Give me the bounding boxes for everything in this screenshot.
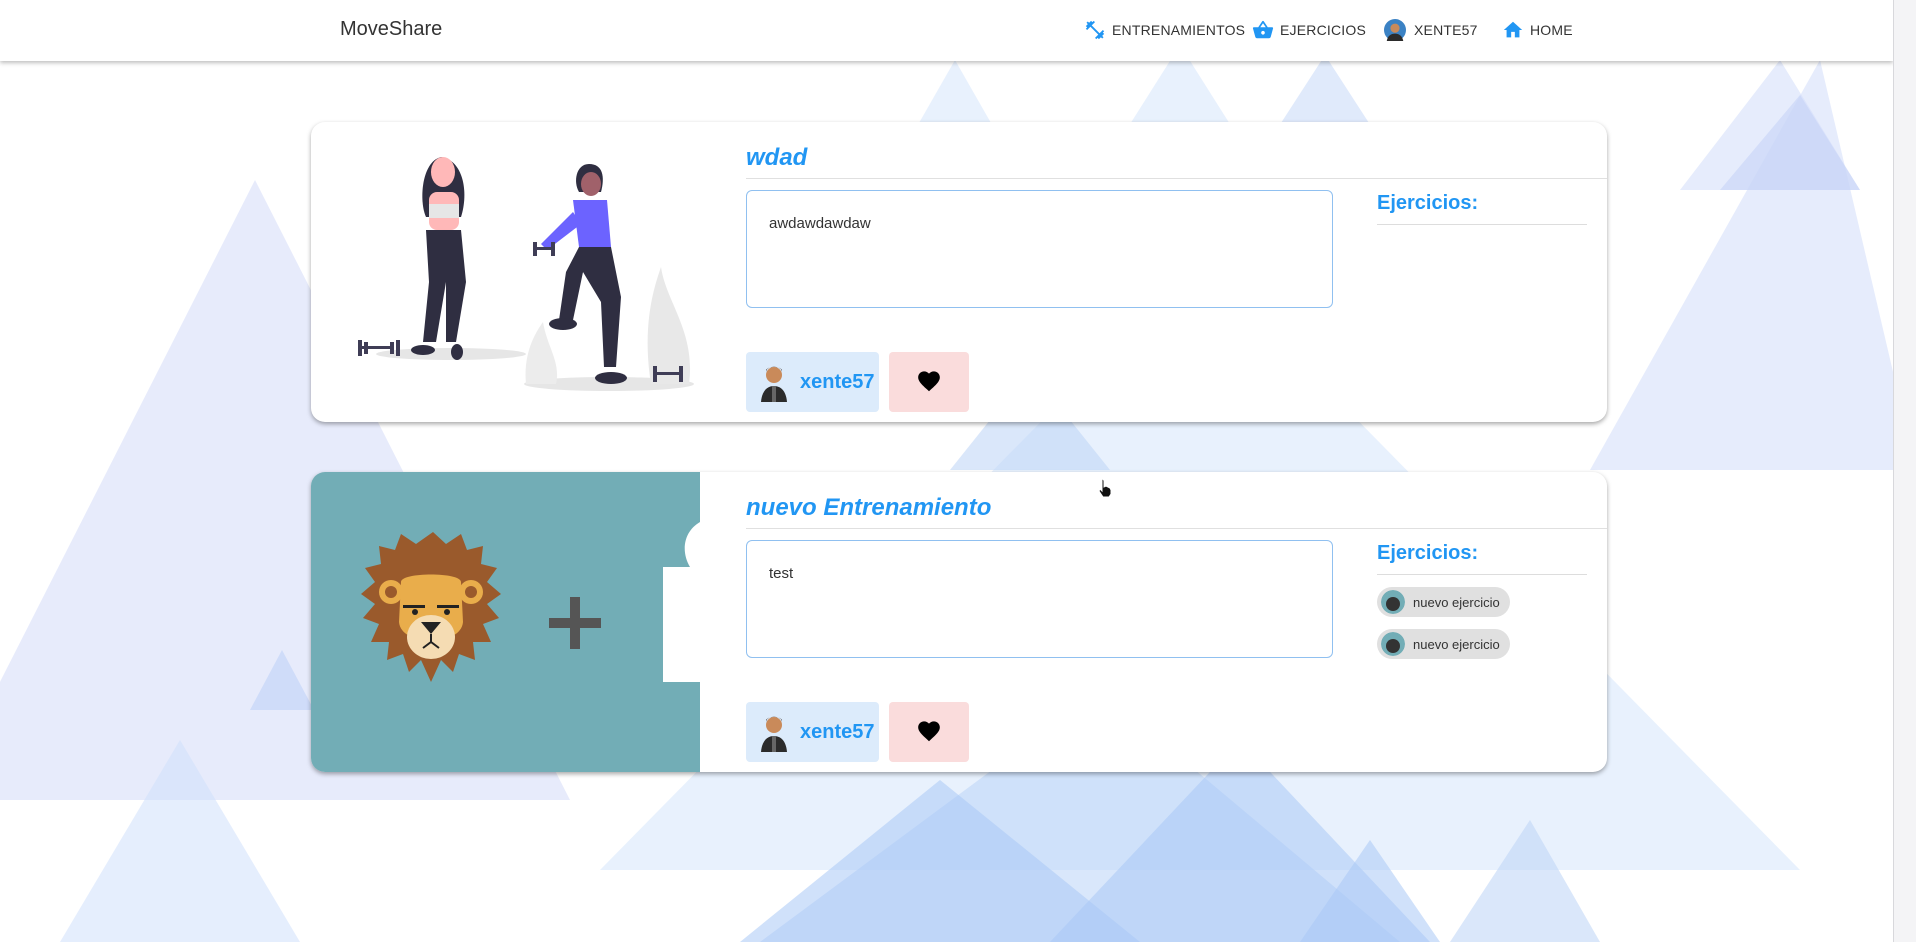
exercise-avatar [1381, 632, 1405, 656]
home-icon [1502, 19, 1524, 41]
exercise-avatar [1381, 590, 1405, 614]
basket-icon [1252, 19, 1274, 41]
nav-ejercicios[interactable]: EJERCICIOS [1252, 18, 1366, 42]
divider [1377, 574, 1587, 575]
like-button[interactable] [889, 702, 969, 762]
exercises-heading: Ejercicios: [1377, 542, 1479, 564]
nav-entrenamientos[interactable]: ENTRENAMIENTOS [1084, 18, 1245, 42]
nav-label: EJERCICIOS [1280, 22, 1367, 38]
heart-icon [916, 368, 942, 397]
exercise-name: nuevo ejercicio [1413, 594, 1500, 610]
exercises-heading: Ejercicios: [1377, 192, 1479, 214]
description-textarea[interactable]: test [746, 540, 1333, 658]
author-button[interactable]: xente57 [746, 352, 879, 412]
workout-card[interactable]: nuevo Entrenamiento test Ejercicios: nue… [311, 472, 1607, 772]
exercise-chip[interactable]: nuevo ejercicio [1377, 587, 1510, 617]
exercise-chip[interactable]: nuevo ejercicio [1377, 629, 1510, 659]
workout-title: wdad [746, 144, 808, 171]
description-text: test [769, 565, 794, 582]
hand-cursor-icon [1098, 478, 1112, 498]
avatar [1384, 19, 1406, 41]
divider [1377, 224, 1587, 225]
nav-user[interactable]: XENTE57 [1384, 18, 1478, 42]
author-name: xente57 [800, 370, 875, 393]
avatar [758, 712, 790, 752]
description-text: awdawdawdaw [769, 215, 871, 232]
workout-image [311, 122, 700, 422]
like-button[interactable] [889, 352, 969, 412]
top-app-bar: MoveShare ENTRENAMIENTOS EJERCICIOS XENT… [0, 0, 1893, 61]
author-name: xente57 [800, 720, 875, 743]
avatar [758, 362, 790, 402]
workout-card[interactable]: wdad awdawdawdaw Ejercicios: xente57 [311, 122, 1607, 422]
nav-label: ENTRENAMIENTOS [1112, 22, 1246, 38]
author-button[interactable]: xente57 [746, 702, 879, 762]
nav-home[interactable]: HOME [1502, 18, 1573, 42]
workout-title: nuevo Entrenamiento [746, 494, 992, 521]
fitness-icon [1084, 19, 1106, 41]
exercise-name: nuevo ejercicio [1413, 636, 1500, 652]
nav-label: HOME [1530, 22, 1573, 38]
nav-label: XENTE57 [1414, 22, 1478, 38]
app-brand[interactable]: MoveShare [340, 18, 442, 41]
heart-icon [916, 718, 942, 747]
description-textarea[interactable]: awdawdawdaw [746, 190, 1333, 308]
divider [746, 528, 1607, 529]
workout-image [311, 472, 700, 772]
scrollbar[interactable] [1893, 0, 1916, 942]
divider [746, 178, 1607, 179]
